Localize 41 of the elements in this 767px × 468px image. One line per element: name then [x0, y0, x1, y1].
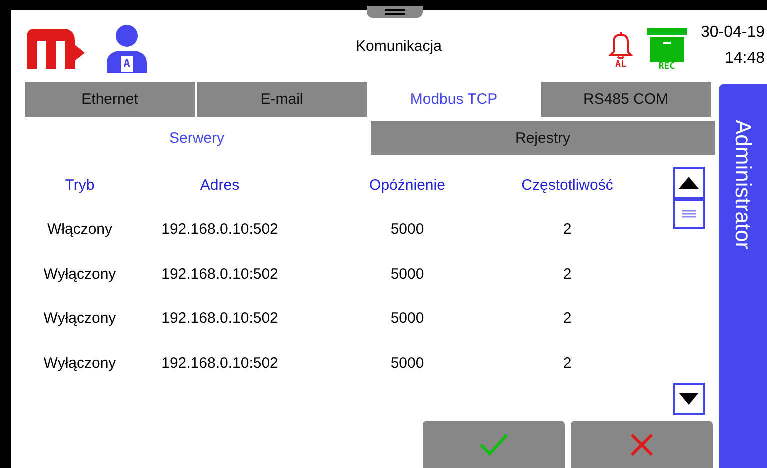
table-cell-text: Wyłączony: [42, 264, 118, 285]
table-cell-text: 192.168.0.10:502: [160, 354, 280, 374]
table-cell-text: 5000: [390, 264, 426, 285]
scroll-thumb[interactable]: [673, 199, 705, 229]
table-cell-text: 2: [562, 264, 573, 285]
table-cell-text: 5000: [390, 354, 426, 374]
logo-icon: [25, 27, 85, 71]
bell-icon[interactable]: [608, 30, 633, 60]
table-cell-text: 192.168.0.10:502: [160, 309, 280, 330]
subtab[interactable]: Rejestry: [371, 121, 715, 155]
tab[interactable]: Ethernet: [25, 82, 195, 117]
alarm-label: AL: [616, 60, 626, 70]
down-triangle-icon: [679, 393, 699, 405]
table-cell-text: Wyłączony: [42, 309, 118, 330]
table-cell-text: 192.168.0.10:502: [160, 220, 280, 240]
table-cell-text: 192.168.0.10:502: [160, 264, 280, 285]
up-triangle-icon: [679, 177, 699, 189]
column-header: Tryb: [64, 176, 96, 196]
screen-title: Komunikacja: [355, 38, 443, 54]
cross-icon: [630, 432, 654, 456]
column-header: Częstotliwość: [520, 176, 614, 196]
checkmark-icon: [479, 432, 509, 456]
side-panel[interactable]: Administrator: [719, 84, 767, 468]
archive-box-icon[interactable]: [646, 28, 687, 62]
tab[interactable]: E-mail: [197, 82, 367, 117]
tab[interactable]: RS485 COM: [541, 82, 711, 117]
scroll-down-button[interactable]: [673, 383, 705, 415]
table-cell-text: 5000: [390, 309, 426, 330]
table-cell-text: 2: [562, 309, 573, 330]
scroll-up-button[interactable]: [673, 167, 705, 199]
table-cell-text: 5000: [390, 220, 426, 240]
table-cell-text: 2: [562, 220, 573, 240]
column-header: Adres: [199, 176, 241, 196]
pull-handle[interactable]: [367, 6, 423, 18]
time-text: 14:48: [724, 50, 765, 68]
column-header: Opóźnienie: [368, 176, 446, 196]
date-text: 30-04-19: [700, 24, 765, 42]
table-cell-text: Wyłączony: [42, 354, 118, 374]
record-label: REC: [658, 62, 676, 72]
table-cell-text: 2: [562, 354, 573, 374]
table-cell-text: Włączony: [46, 220, 114, 240]
